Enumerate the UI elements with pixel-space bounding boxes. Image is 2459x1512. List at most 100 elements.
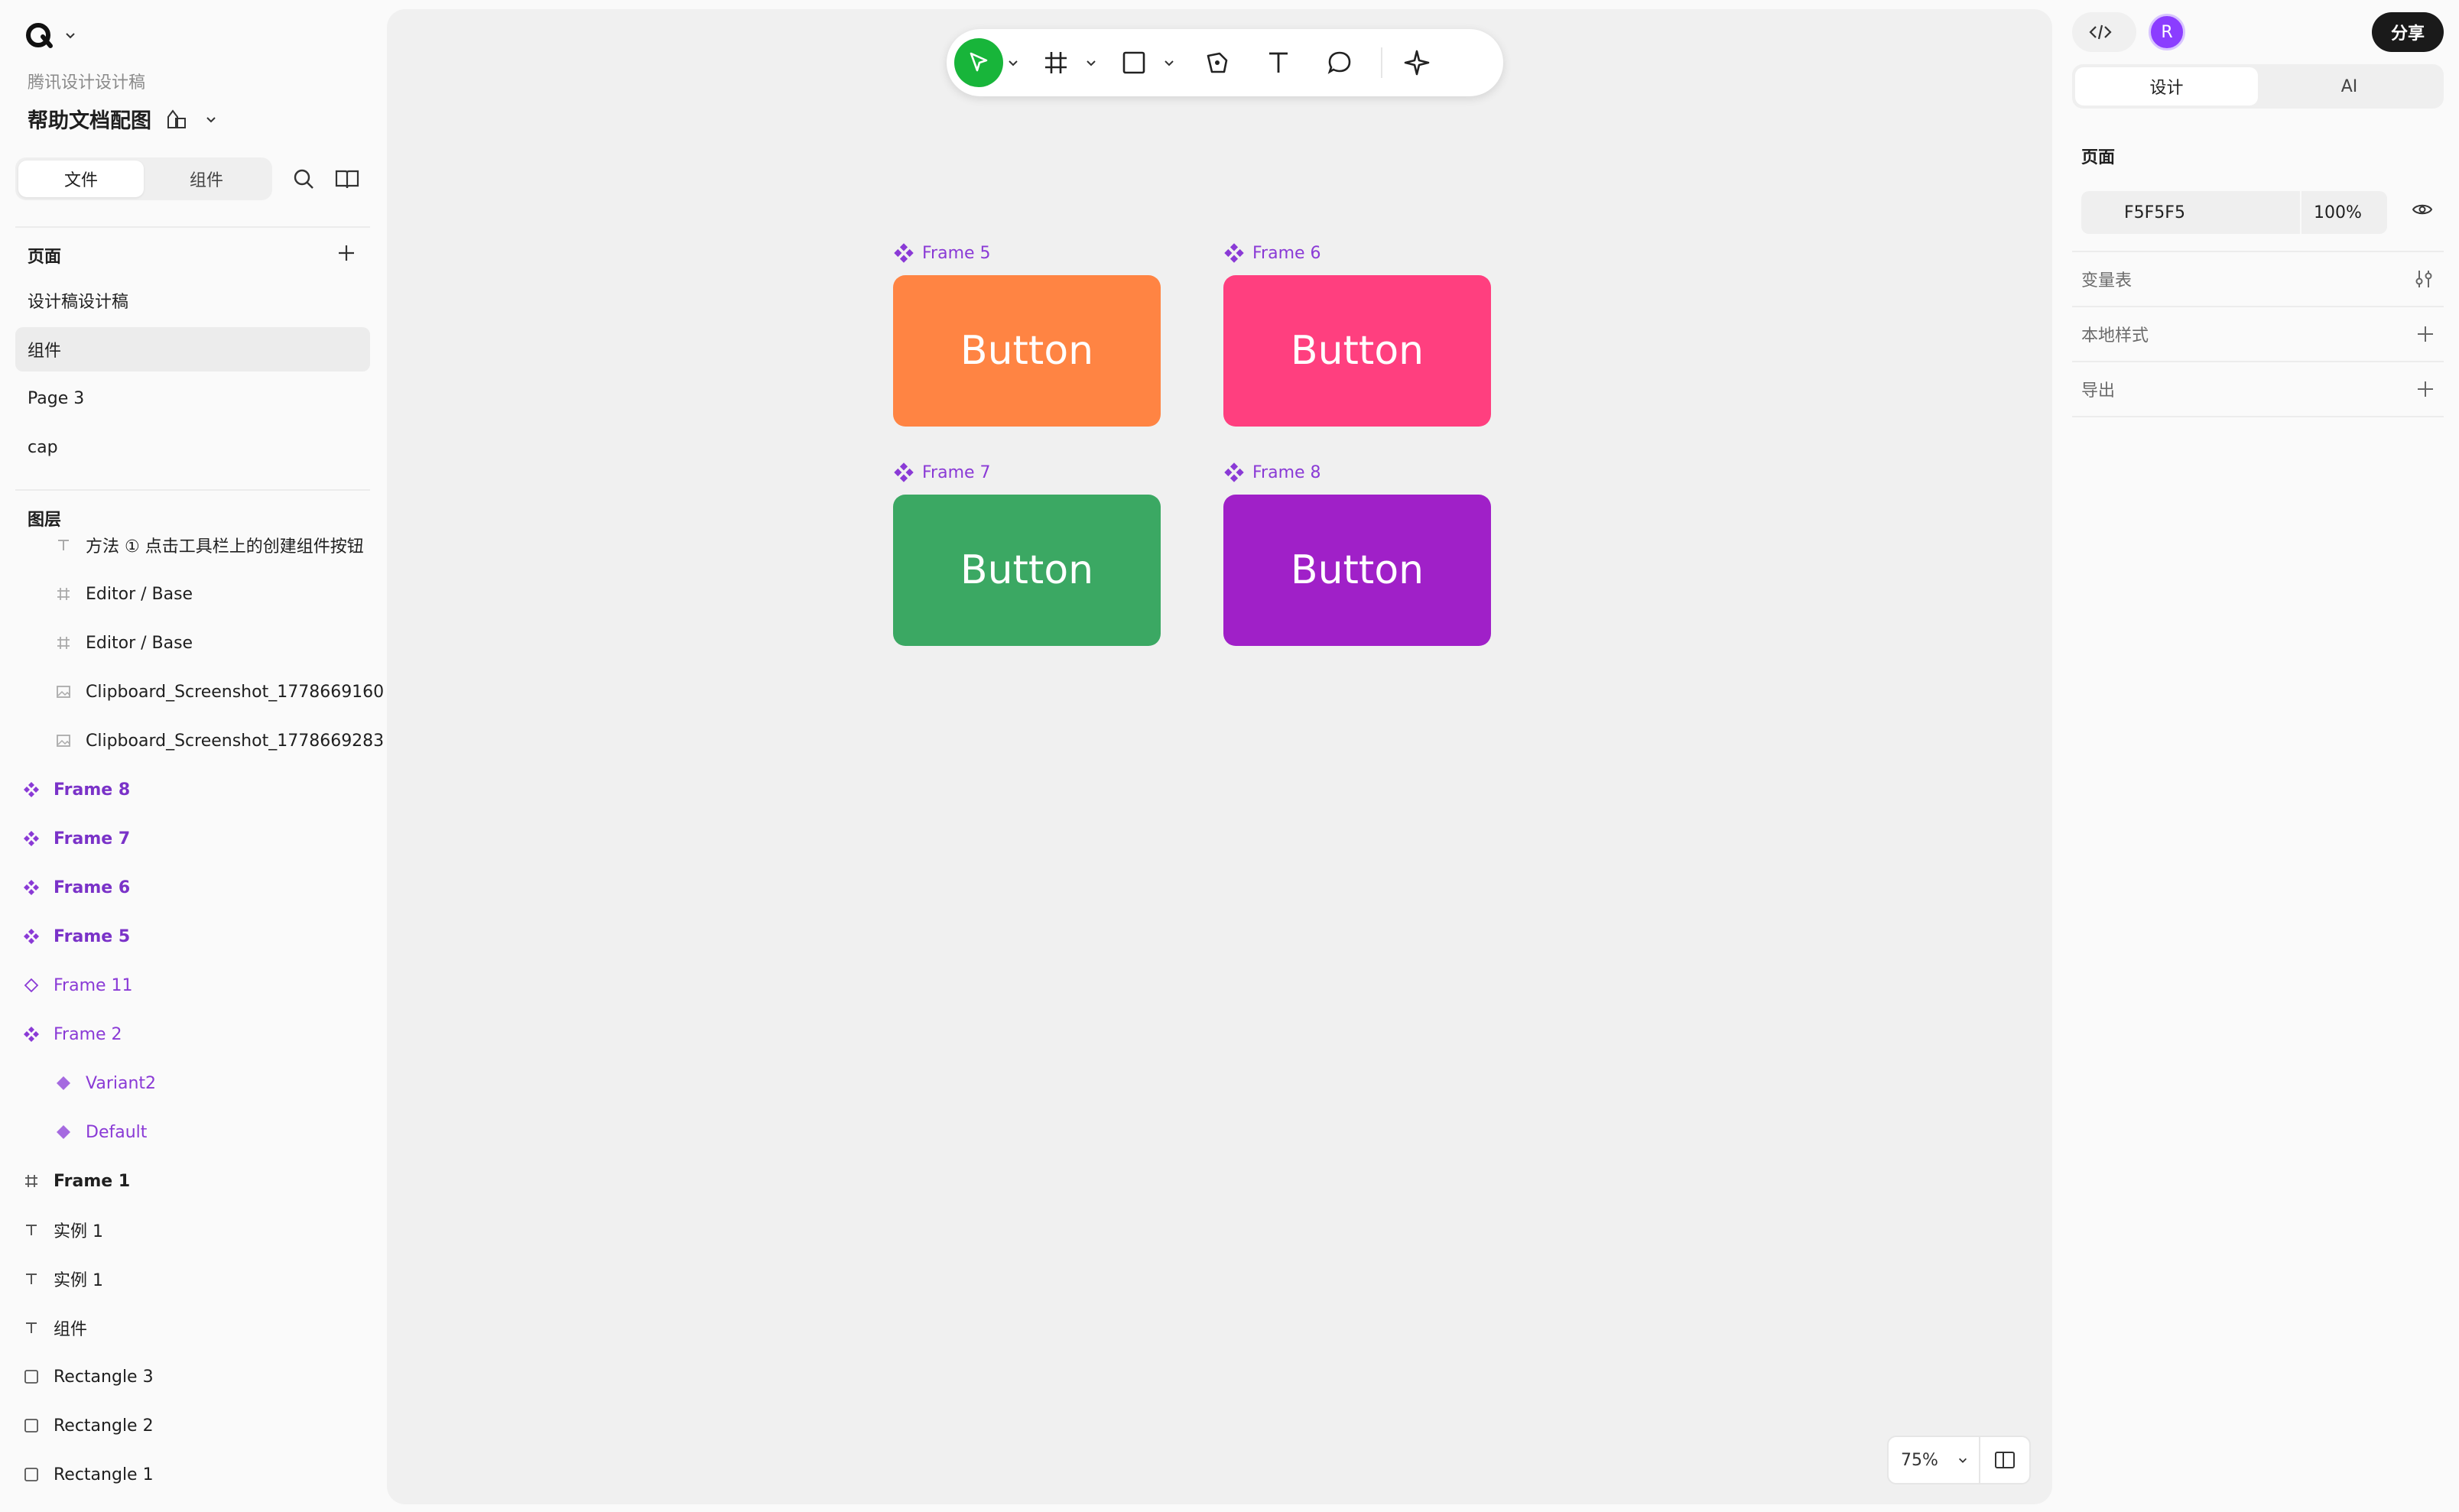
layer-row[interactable]: Variant2 [55,1061,156,1105]
search-icon[interactable] [292,167,315,190]
background-hex-input[interactable]: F5F5F5 [2081,203,2300,222]
layer-label: Frame 5 [54,926,131,946]
chevron-down-icon[interactable] [1081,38,1101,87]
tab-components[interactable]: 组件 [144,161,269,197]
layer-row[interactable]: Clipboard_Screenshot_1778669160 [55,670,384,714]
pen-tool-button[interactable] [1187,38,1248,87]
zoom-dropdown[interactable]: 75% [1889,1451,1979,1470]
layer-label: 实例 1 [54,1222,103,1241]
frame-label[interactable]: Frame 7 [893,462,991,483]
variables-settings-icon[interactable] [2413,269,2435,289]
add-page-icon[interactable] [336,243,356,263]
layer-row[interactable]: Frame 7 [23,816,130,861]
app-menu[interactable] [24,20,76,50]
page-item[interactable]: Page 3 [15,376,370,420]
layer-label: 实例 1 [54,1271,103,1290]
variables-row[interactable]: 变量表 [2072,252,2444,306]
layer-row[interactable]: Editor / Base [55,621,193,665]
add-icon[interactable] [2416,325,2435,343]
frame-label-text: Frame 7 [922,462,991,482]
rectangle-icon [23,1368,40,1385]
right-panel-tabs: 设计 AI [2072,64,2444,109]
rectangle-tool-button[interactable] [1109,38,1159,87]
text-icon [23,1319,40,1336]
tab-ai[interactable]: AI [2258,67,2441,105]
layer-row[interactable]: 方法 ① 点击工具栏上的创建组件按钮 [55,523,364,567]
background-opacity-input[interactable]: 100% [2301,203,2387,222]
rectangle-icon [23,1466,40,1483]
chevron-down-icon[interactable] [1159,38,1179,87]
instance-icon [23,977,40,994]
file-title[interactable]: 帮助文档配图 [28,104,151,134]
layer-row[interactable]: Rectangle 3 [23,1355,154,1399]
layer-row[interactable]: Default [55,1110,147,1154]
layer-row[interactable]: Frame 11 [23,963,133,1007]
layer-row[interactable]: Rectangle 1 [23,1452,154,1497]
panel-toggle-button[interactable] [1980,1451,2029,1469]
ai-tool-button[interactable] [1393,38,1441,87]
layer-label: Rectangle 3 [54,1367,154,1387]
layer-row[interactable]: 组件 [23,1306,87,1350]
tab-files[interactable]: 文件 [18,161,144,197]
add-icon[interactable] [2416,380,2435,398]
layer-label: 方法 ① 点击工具栏上的创建组件按钮 [86,537,364,556]
layer-label: Editor / Base [86,633,193,653]
layer-label: Editor / Base [86,584,193,604]
layer-row[interactable]: Editor / Base [55,572,193,616]
component-icon [23,1026,40,1043]
component-icon [23,928,40,945]
chevron-down-icon[interactable] [205,113,217,125]
layer-row[interactable]: 实例 1 [23,1257,103,1301]
component-icon [23,830,40,847]
divider [15,489,370,491]
chevron-down-icon[interactable] [1003,38,1023,87]
pages-heading: 页面 [28,248,62,267]
layer-label: Frame 1 [54,1171,131,1191]
button-frame[interactable]: Button [893,275,1161,427]
layer-label: Frame 2 [54,1024,122,1044]
chevron-down-icon [1957,1455,1968,1465]
layer-row[interactable]: Frame 6 [23,865,130,910]
avatar[interactable]: R [2149,14,2185,50]
text-icon [55,537,72,553]
frame-label[interactable]: Frame 8 [1223,462,1321,483]
variables-label: 变量表 [2081,271,2133,290]
local-styles-row[interactable]: 本地样式 [2072,307,2444,361]
tab-design[interactable]: 设计 [2075,67,2258,105]
text-tool-button[interactable] [1248,38,1309,87]
page-item[interactable]: 设计稿设计稿 [15,278,370,323]
button-frame[interactable]: Button [1223,495,1491,646]
layer-row[interactable]: Frame 8 [23,767,130,812]
layer-row[interactable]: 实例 1 [23,1208,103,1252]
library-icon[interactable] [335,167,359,190]
frame-label[interactable]: Frame 6 [1223,242,1321,264]
frame-label[interactable]: Frame 5 [893,242,991,264]
left-sidebar: 腾讯设计设计稿 帮助文档配图 文件 组件 页面 设计稿设计稿 组件 Page 3… [0,0,384,1512]
layer-row[interactable]: Clipboard_Screenshot_1778669283 [55,719,384,763]
export-row[interactable]: 导出 [2072,362,2444,416]
dev-mode-button[interactable] [2072,12,2136,52]
share-button[interactable]: 分享 [2372,12,2444,52]
layer-label: Clipboard_Screenshot_1778669160 [86,682,385,702]
frame-tool-button[interactable] [1031,38,1081,87]
move-tool-button[interactable] [954,38,1003,87]
frame-label-text: Frame 6 [1252,243,1321,263]
component-icon [23,781,40,798]
file-options-icon[interactable] [165,108,191,131]
button-frame[interactable]: Button [1223,275,1491,427]
comment-tool-button[interactable] [1309,38,1370,87]
page-item[interactable]: cap [15,425,370,469]
left-panel-tabs: 文件 组件 [15,157,272,200]
button-frame[interactable]: Button [893,495,1161,646]
design-canvas[interactable]: Frame 5 Button Frame 6 Button Frame 7 Bu… [387,9,2052,1504]
layer-label: Clipboard_Screenshot_1778669283 [86,731,385,751]
layer-row[interactable]: Frame 2 [23,1012,122,1056]
layer-row[interactable]: Frame 5 [23,914,130,959]
eye-icon[interactable] [2412,202,2433,217]
layer-row[interactable]: Rectangle 2 [23,1403,154,1448]
team-name[interactable]: 腾讯设计设计稿 [28,69,145,93]
page-item-active[interactable]: 组件 [15,327,370,372]
layer-label: Variant2 [86,1073,157,1093]
layer-row[interactable]: Frame 1 [23,1159,130,1203]
code-icon [2089,24,2112,41]
